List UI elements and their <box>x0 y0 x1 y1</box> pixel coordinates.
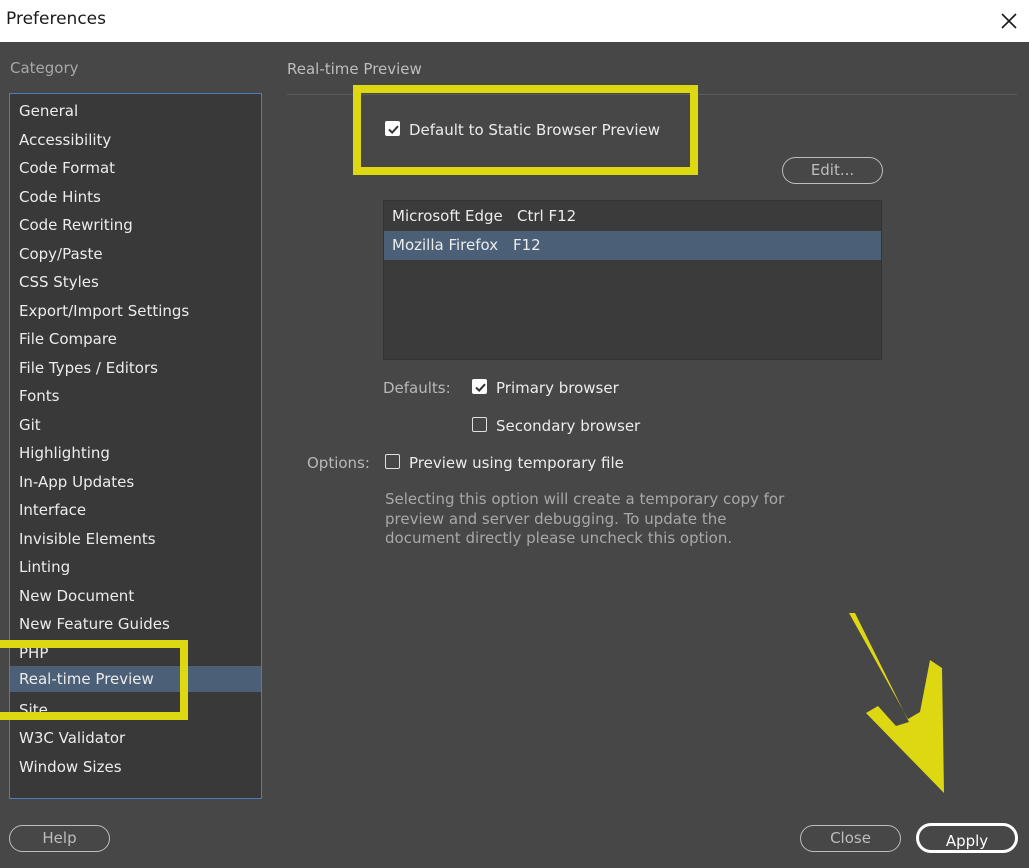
temp-file-checkbox[interactable] <box>385 454 400 469</box>
highlight-box-real-time-preview <box>0 640 188 720</box>
browser-shortcut: F12 <box>513 236 541 254</box>
browser-shortcut: Ctrl F12 <box>517 207 577 225</box>
browser-name: Mozilla Firefox <box>392 236 499 254</box>
category-item-w3c-validator[interactable]: W3C Validator <box>10 725 261 751</box>
category-item-invisible-elements[interactable]: Invisible Elements <box>10 526 261 552</box>
category-item-highlighting[interactable]: Highlighting <box>10 440 261 466</box>
category-item-accessibility[interactable]: Accessibility <box>10 127 261 153</box>
category-item-git[interactable]: Git <box>10 412 261 438</box>
category-item-linting[interactable]: Linting <box>10 554 261 580</box>
browser-row-firefox[interactable]: Mozilla Firefox F12 <box>384 231 881 260</box>
category-item-fonts[interactable]: Fonts <box>10 383 261 409</box>
secondary-browser-label: Secondary browser <box>496 417 641 435</box>
category-item-copy-paste[interactable]: Copy/Paste <box>10 241 261 267</box>
highlight-box-static-preview <box>353 85 698 175</box>
category-item-in-app-updates[interactable]: In-App Updates <box>10 469 261 495</box>
category-item-new-document[interactable]: New Document <box>10 583 261 609</box>
window-title: Preferences <box>6 9 106 29</box>
temp-file-label: Preview using temporary file <box>409 454 624 472</box>
options-label: Options: <box>307 454 370 472</box>
help-button[interactable]: Help <box>9 825 110 852</box>
category-item-file-types-editors[interactable]: File Types / Editors <box>10 355 261 381</box>
browser-row-edge[interactable]: Microsoft Edge Ctrl F12 <box>384 202 881 231</box>
category-item-new-feature-guides[interactable]: New Feature Guides <box>10 611 261 637</box>
secondary-browser-checkbox[interactable] <box>472 417 487 432</box>
browser-list[interactable]: Microsoft Edge Ctrl F12 Mozilla Firefox … <box>383 200 882 360</box>
checkmark-icon <box>475 383 486 393</box>
primary-browser-checkbox[interactable] <box>472 379 487 394</box>
category-item-interface[interactable]: Interface <box>10 497 261 523</box>
title-bar: Preferences <box>0 0 1029 42</box>
arrow-icon <box>849 613 944 793</box>
edit-button[interactable]: Edit... <box>782 157 883 184</box>
category-item-css-styles[interactable]: CSS Styles <box>10 269 261 295</box>
browser-name: Microsoft Edge <box>392 207 503 225</box>
category-item-general[interactable]: General <box>10 98 261 124</box>
close-icon[interactable] <box>994 6 1024 36</box>
apply-button[interactable]: Apply <box>916 823 1018 853</box>
primary-browser-label: Primary browser <box>496 379 619 397</box>
category-item-file-compare[interactable]: File Compare <box>10 326 261 352</box>
category-item-export-import-settings[interactable]: Export/Import Settings <box>10 298 261 324</box>
category-item-window-sizes[interactable]: Window Sizes <box>10 754 261 780</box>
category-item-code-hints[interactable]: Code Hints <box>10 184 261 210</box>
temp-file-note: Selecting this option will create a temp… <box>385 490 785 547</box>
section-heading: Real-time Preview <box>287 60 422 78</box>
category-item-code-format[interactable]: Code Format <box>10 155 261 181</box>
defaults-label: Defaults: <box>383 379 451 397</box>
category-heading: Category <box>10 59 79 77</box>
category-item-code-rewriting[interactable]: Code Rewriting <box>10 212 261 238</box>
close-button[interactable]: Close <box>800 825 901 852</box>
